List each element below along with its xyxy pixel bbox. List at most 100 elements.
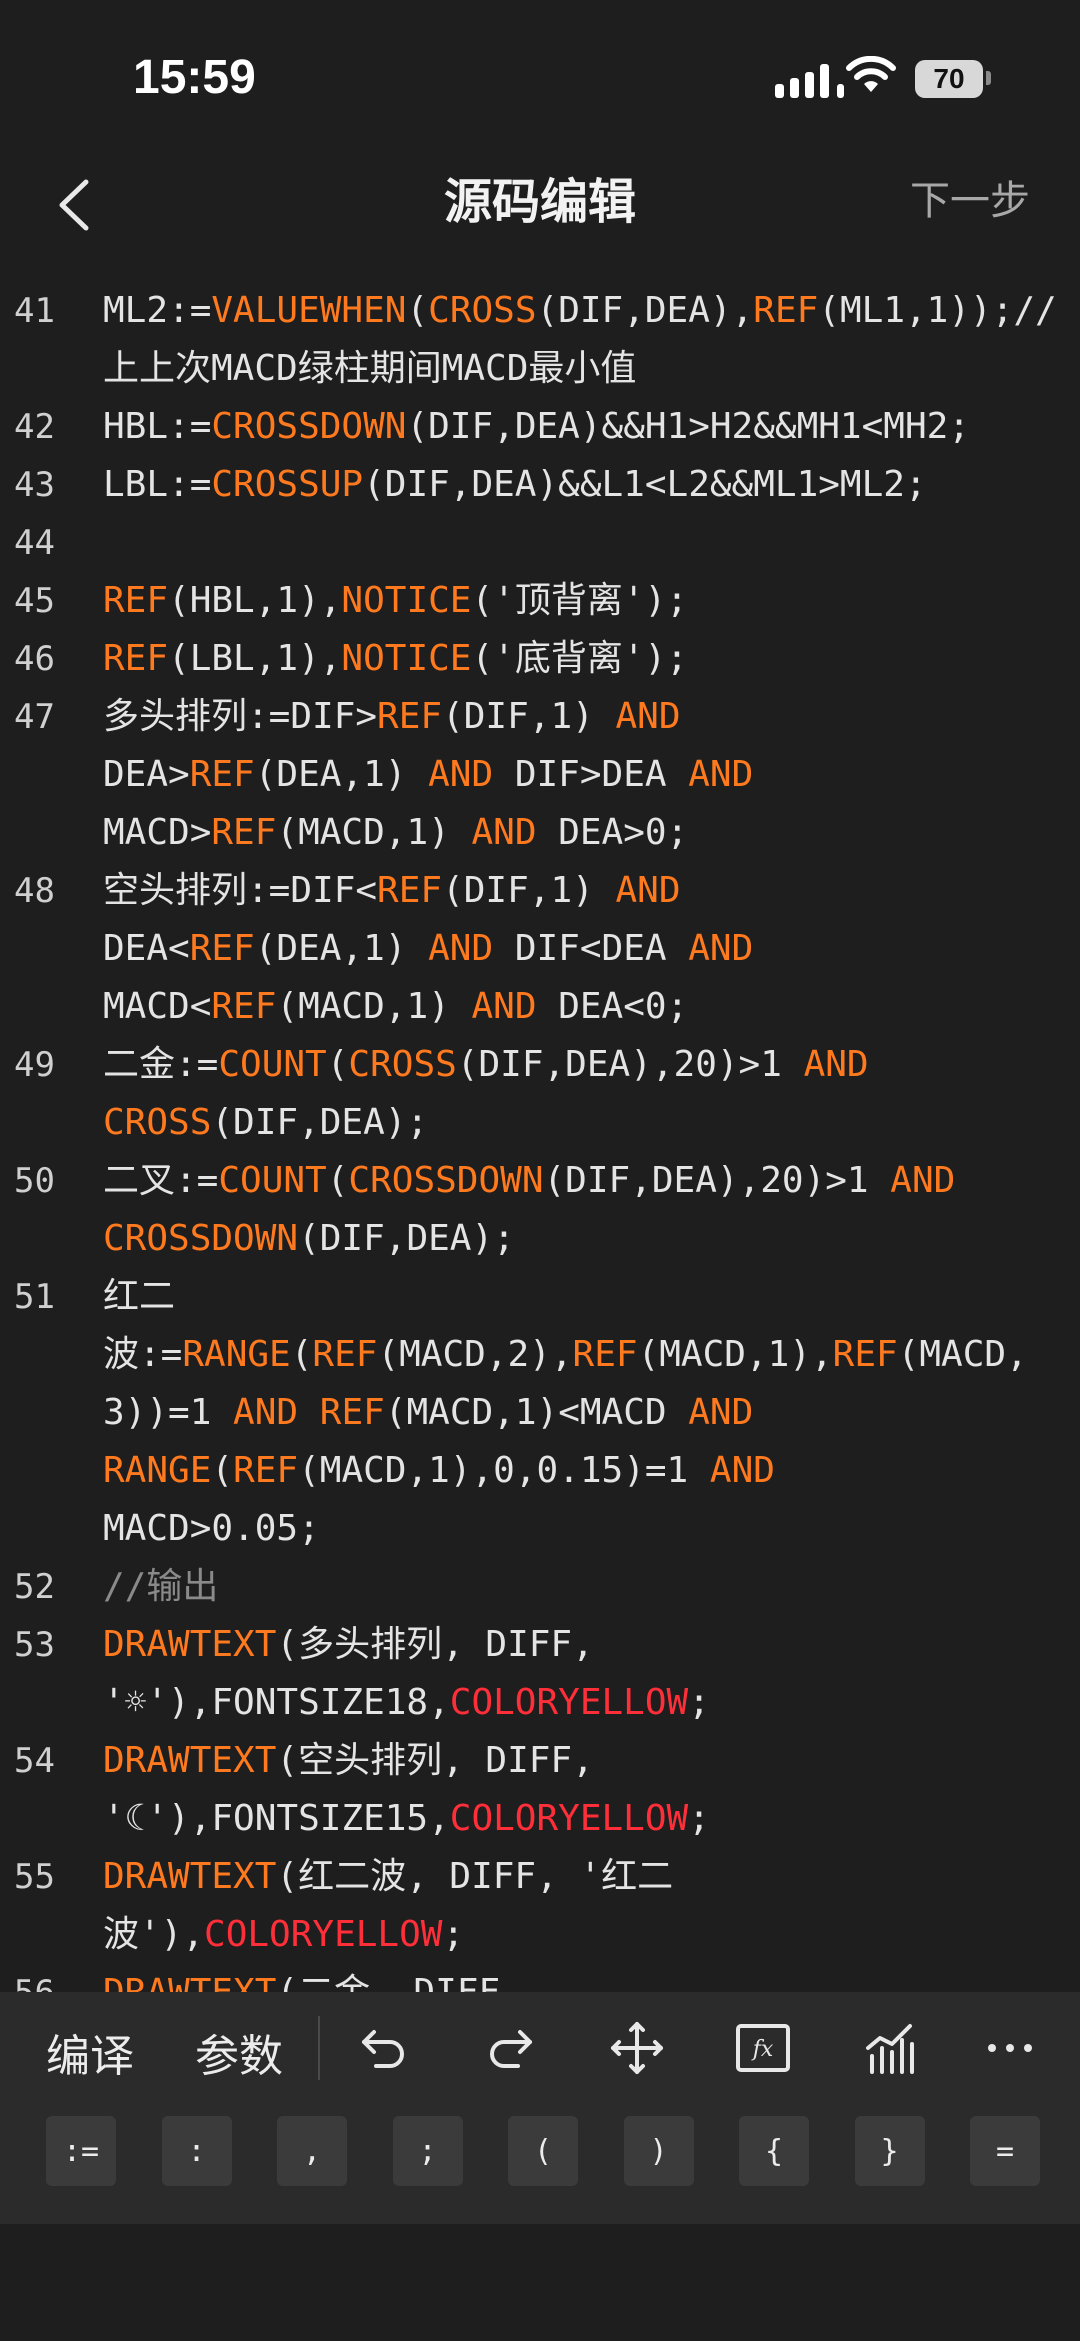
code-line[interactable]: 51 红二 波:=RANGE(REF(MACD,2),REF(MACD,1),RE… (0, 1268, 1080, 1558)
code-token: MACD>0.05; (103, 1508, 320, 1549)
code-keyword: AND (233, 1392, 299, 1433)
symbol-key[interactable]: ) (623, 2116, 694, 2186)
next-step-button[interactable]: 下一步 (910, 168, 1030, 226)
undo-icon[interactable] (354, 2018, 414, 2078)
code-text[interactable] (103, 514, 1078, 572)
code-color-constant: COLORYELLOW (449, 1798, 689, 1839)
line-number: 48 (14, 871, 55, 911)
code-token: (DEA,1) (254, 928, 429, 969)
code-line[interactable]: 50 二叉:=COUNT(CROSSDOWN(DIF,DEA),20)>1 AND… (0, 1152, 1080, 1268)
code-token: (MACD,1) (276, 812, 472, 853)
code-token: MACD> (103, 812, 212, 853)
code-text[interactable]: 二叉:=COUNT(CROSSDOWN(DIF,DEA),20)>1 AND C… (103, 1152, 1078, 1268)
code-token: (DIF,DEA)&&H1>H2&&MH1<MH2; (406, 406, 970, 447)
code-text[interactable]: 红二 波:=RANGE(REF(MACD,2),REF(MACD,1),REF(… (103, 1268, 1078, 1558)
code-line[interactable]: 43 LBL:=CROSSUP(DIF,DEA)&&L1<L2&&ML1>ML2; (0, 456, 1080, 514)
code-text[interactable]: 空头排列:=DIF<REF(DIF,1) AND DEA<REF(DEA,1) … (103, 862, 1078, 1036)
code-token: (DEA,1) (254, 754, 429, 795)
code-text[interactable]: DRAWTEXT(二金, DIFF (103, 1964, 1078, 1992)
code-line[interactable]: 48 空头排列:=DIF<REF(DIF,1) AND DEA<REF(DEA,1… (0, 862, 1080, 1036)
status-time: 15:59 (133, 51, 256, 104)
code-token: (DIF,DEA)&&L1<L2&&ML1>ML2; (363, 464, 927, 505)
code-keyword: RANGE (103, 1450, 212, 1491)
code-keyword: DRAWTEXT (103, 1740, 277, 1781)
code-token: DEA>0; (536, 812, 689, 853)
code-token: DEA<0; (536, 986, 689, 1027)
line-number: 42 (14, 407, 55, 447)
line-number: 44 (14, 523, 55, 563)
code-line[interactable]: 53 DRAWTEXT(多头排列, DIFF, '☼'),FONTSIZE18,C… (0, 1616, 1080, 1732)
code-token: DEA< (103, 928, 190, 969)
more-icon[interactable] (980, 2018, 1040, 2078)
redo-icon[interactable] (480, 2018, 540, 2078)
symbol-key[interactable]: { (739, 2116, 809, 2186)
code-editor[interactable]: 41 ML2:=VALUEWHEN(CROSS(DIF,DEA),REF(ML1,… (0, 282, 1080, 1992)
code-line[interactable]: 42 HBL:=CROSSDOWN(DIF,DEA)&&H1>H2&&MH1<MH… (0, 398, 1080, 456)
code-text[interactable]: LBL:=CROSSUP(DIF,DEA)&&L1<L2&&ML1>ML2; (103, 456, 1078, 514)
code-token: ( (290, 1334, 313, 1375)
code-keyword: CROSSDOWN (103, 1218, 299, 1259)
symbol-key[interactable]: , (277, 2116, 347, 2186)
code-line[interactable]: 56 DRAWTEXT(二金, DIFF (0, 1964, 1080, 1992)
code-line[interactable]: 44 (0, 514, 1080, 572)
code-line[interactable]: 45 REF(HBL,1),NOTICE('顶背离'); (0, 572, 1080, 630)
code-keyword: REF (312, 1334, 378, 1375)
code-keyword: REF (211, 812, 277, 853)
code-text[interactable]: 二金:=COUNT(CROSS(DIF,DEA),20)>1 AND CROSS… (103, 1036, 1078, 1152)
code-token: (DIF,DEA),20)>1 (543, 1160, 891, 1201)
code-text[interactable]: REF(HBL,1),NOTICE('顶背离'); (103, 572, 1078, 630)
code-keyword: REF (319, 1392, 385, 1433)
compile-button[interactable]: 编译 (46, 2020, 134, 2084)
code-token: (HBL,1), (168, 580, 342, 621)
code-text[interactable]: //输出 (103, 1558, 1078, 1616)
code-keyword: AND (688, 754, 754, 795)
code-line[interactable]: 49 二金:=COUNT(CROSS(DIF,DEA),20)>1 AND CRO… (0, 1036, 1080, 1152)
code-color-constant: COLORYELLOW (204, 1914, 443, 1955)
code-keyword: CROSSDOWN (211, 406, 407, 447)
code-keyword: CROSS (103, 1102, 212, 1143)
code-token: (MACD,1)<MACD (384, 1392, 689, 1433)
code-text[interactable]: DRAWTEXT(多头排列, DIFF, '☼'),FONTSIZE18,COL… (103, 1616, 1078, 1732)
symbol-key[interactable]: ; (392, 2116, 463, 2186)
line-number: 47 (14, 697, 55, 737)
code-text[interactable]: REF(LBL,1),NOTICE('底背离'); (103, 630, 1078, 688)
symbol-key[interactable]: := (46, 2116, 116, 2186)
code-keyword: COUNT (218, 1160, 327, 1201)
code-token: ; (688, 1682, 710, 1723)
code-line[interactable]: 52 //输出 (0, 1558, 1080, 1616)
cellular-signal-icon (775, 62, 844, 98)
code-line[interactable]: 55 DRAWTEXT(红二波, DIFF, '红二 波'),COLORYELLO… (0, 1848, 1080, 1964)
code-token: ( (211, 1450, 234, 1491)
code-text[interactable]: DRAWTEXT(空头排列, DIFF, '☾'),FONTSIZE15,COL… (103, 1732, 1078, 1848)
code-token: 多头排列:=DIF> (103, 696, 378, 737)
symbol-key[interactable]: : (161, 2116, 232, 2186)
code-keyword: AND (471, 812, 537, 853)
code-text[interactable]: 多头排列:=DIF>REF(DIF,1) AND DEA>REF(DEA,1) … (103, 688, 1078, 862)
function-icon[interactable]: fx (733, 2018, 793, 2078)
symbol-key[interactable]: } (854, 2116, 925, 2186)
code-token: (MACD,1),0,0.15)=1 (298, 1450, 710, 1491)
code-token: ('顶背离'); (471, 580, 688, 621)
battery-indicator: 70 (915, 60, 983, 98)
symbol-key[interactable]: ( (508, 2116, 578, 2186)
code-token: ('底背离'); (471, 638, 688, 679)
code-keyword: AND (428, 754, 494, 795)
code-text[interactable]: HBL:=CROSSDOWN(DIF,DEA)&&H1>H2&&MH1<MH2; (103, 398, 1078, 456)
params-button[interactable]: 参数 (195, 2020, 283, 2084)
move-icon[interactable] (607, 2018, 667, 2078)
code-text[interactable]: DRAWTEXT(红二波, DIFF, '红二 波'),COLORYELLOW; (103, 1848, 1078, 1964)
code-line[interactable]: 47 多头排列:=DIF>REF(DIF,1) AND DEA>REF(DEA,1… (0, 688, 1080, 862)
code-keyword: AND (803, 1044, 869, 1085)
code-token: ( (326, 1160, 349, 1201)
code-line[interactable]: 41 ML2:=VALUEWHEN(CROSS(DIF,DEA),REF(ML1,… (0, 282, 1080, 398)
code-line[interactable]: 54 DRAWTEXT(空头排列, DIFF, '☾'),FONTSIZE15,C… (0, 1732, 1080, 1848)
indicator-chart-icon[interactable] (860, 2018, 920, 2078)
line-number: 54 (14, 1741, 55, 1781)
code-token: (DIF,1) (442, 696, 616, 737)
code-keyword: VALUEWHEN (211, 290, 407, 331)
code-text[interactable]: ML2:=VALUEWHEN(CROSS(DIF,DEA),REF(ML1,1)… (103, 282, 1078, 398)
code-line[interactable]: 46 REF(LBL,1),NOTICE('底背离'); (0, 630, 1080, 688)
symbol-key[interactable]: = (970, 2116, 1040, 2186)
svg-text:fx: fx (751, 2037, 774, 2062)
